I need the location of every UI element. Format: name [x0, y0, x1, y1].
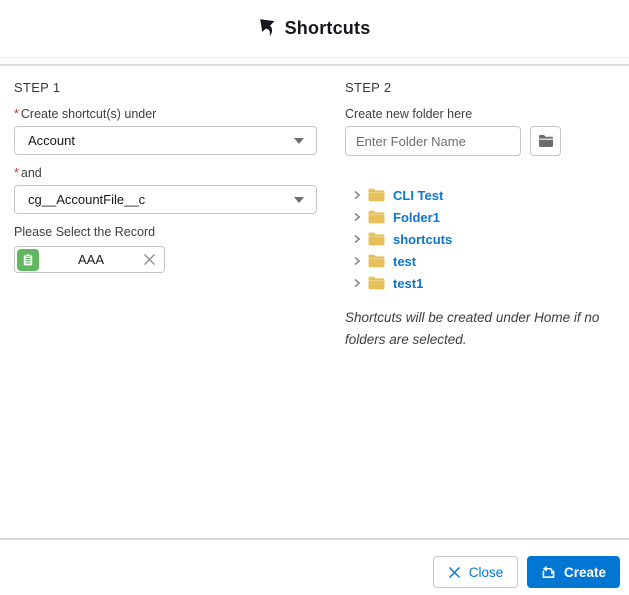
- folder-tree-item[interactable]: CLI Test: [345, 184, 621, 206]
- close-icon: [448, 566, 461, 579]
- folder-tree-item[interactable]: Folder1: [345, 206, 621, 228]
- create-button[interactable]: Create: [527, 556, 620, 588]
- folder-icon: [368, 210, 385, 224]
- required-asterisk: *: [14, 107, 19, 121]
- object-select-value: Account: [28, 133, 294, 148]
- dialog-header: Shortcuts: [0, 0, 629, 58]
- close-button[interactable]: Close: [433, 556, 518, 588]
- chevron-right-icon[interactable]: [352, 233, 362, 245]
- shortcuts-dialog: Shortcuts STEP 1 *Create shortcut(s) und…: [0, 0, 629, 595]
- folder-icon: [368, 188, 385, 202]
- folder-icon: [368, 232, 385, 246]
- record-icon: [17, 249, 39, 271]
- folder-tree-item[interactable]: test1: [345, 272, 621, 294]
- folder-tree-label: test: [393, 254, 416, 269]
- step2-heading: STEP 2: [345, 80, 621, 95]
- folder-tree-label: CLI Test: [393, 188, 443, 203]
- step2-section: STEP 2 Create new folder here: [345, 80, 621, 351]
- create-folder-button[interactable]: [530, 126, 561, 156]
- step1-section: STEP 1 *Create shortcut(s) under Account…: [14, 80, 317, 273]
- page-title: Shortcuts: [285, 18, 371, 39]
- file-object-select-value: cg__AccountFile__c: [28, 192, 294, 207]
- object-select[interactable]: Account: [14, 126, 317, 155]
- file-object-select[interactable]: cg__AccountFile__c: [14, 185, 317, 214]
- home-fallback-note: Shortcuts will be created under Home if …: [345, 307, 605, 351]
- selected-record-name: AAA: [39, 252, 143, 267]
- chevron-right-icon[interactable]: [352, 277, 362, 289]
- close-button-label: Close: [469, 565, 504, 580]
- remove-record-button[interactable]: [143, 253, 156, 266]
- create-button-label: Create: [564, 565, 606, 580]
- required-asterisk: *: [14, 166, 19, 180]
- chevron-right-icon[interactable]: [352, 189, 362, 201]
- step1-heading: STEP 1: [14, 80, 317, 95]
- chevron-down-icon: [294, 138, 304, 144]
- chevron-down-icon: [294, 197, 304, 203]
- shortcut-arrow-icon: [259, 18, 278, 37]
- folder-tree-label: test1: [393, 276, 423, 291]
- record-field-label: Please Select the Record: [14, 225, 317, 239]
- file-field-label: *and: [14, 166, 317, 180]
- chevron-right-icon[interactable]: [352, 255, 362, 267]
- chevron-right-icon[interactable]: [352, 211, 362, 223]
- folder-icon: [368, 254, 385, 268]
- folder-icon: [538, 134, 554, 148]
- folder-icon: [368, 276, 385, 290]
- dialog-footer: Close Create: [0, 538, 629, 595]
- folder-tree-item[interactable]: shortcuts: [345, 228, 621, 250]
- folder-tree-label: shortcuts: [393, 232, 452, 247]
- folder-tree-item[interactable]: test: [345, 250, 621, 272]
- new-folder-label: Create new folder here: [345, 107, 621, 121]
- object-field-label: *Create shortcut(s) under: [14, 107, 317, 121]
- folder-name-input[interactable]: [345, 126, 521, 156]
- selected-record-pill[interactable]: AAA: [14, 246, 165, 273]
- folder-tree-label: Folder1: [393, 210, 440, 225]
- new-folder-row: [345, 126, 621, 156]
- folder-tree: CLI Test Folder1: [345, 184, 621, 294]
- create-shortcut-icon: [541, 565, 556, 580]
- dialog-body: STEP 1 *Create shortcut(s) under Account…: [0, 66, 629, 537]
